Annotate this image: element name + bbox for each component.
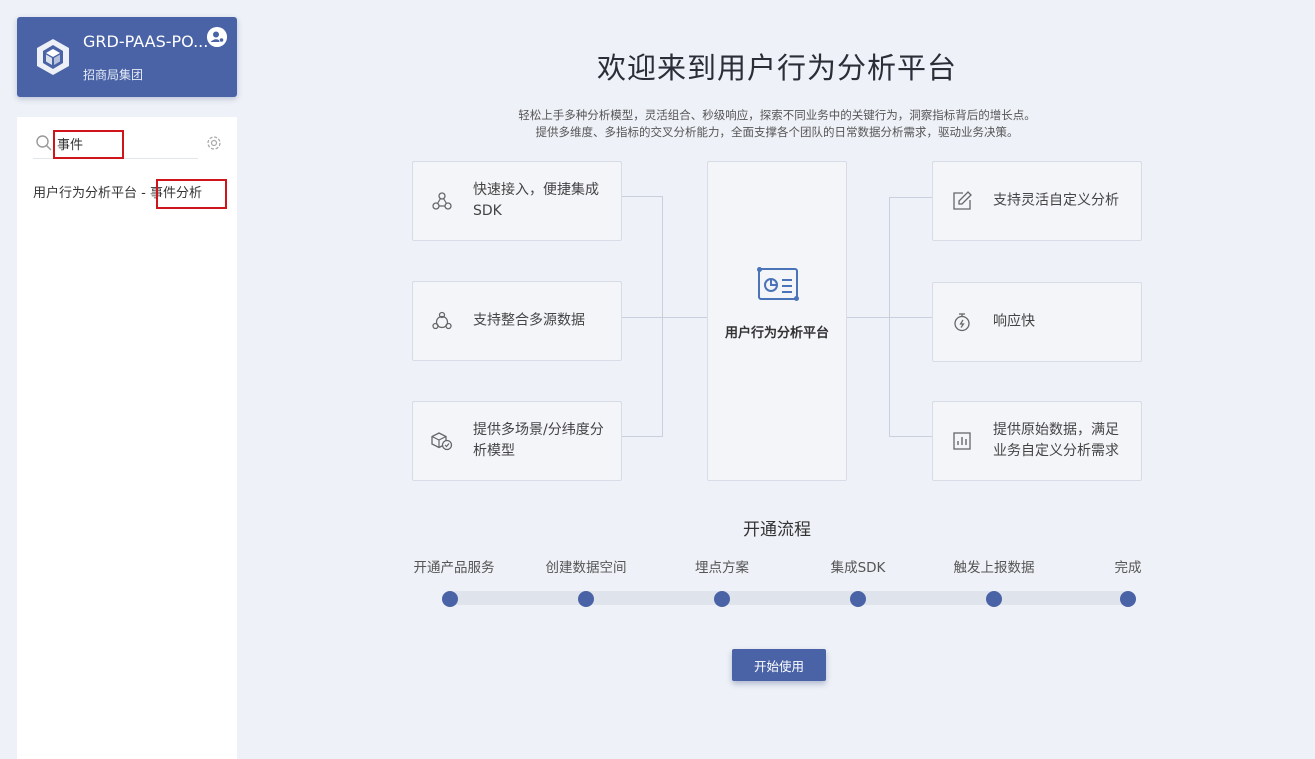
step-label: 开通产品服务 — [413, 560, 495, 576]
feature-text: 提供原始数据，满足业务自定义分析需求 — [993, 422, 1119, 459]
feature-card-multi-source: 支持整合多源数据 — [412, 281, 622, 361]
side-panel: 用户行为分析平台 - 事件分析 — [17, 117, 237, 759]
feature-card-custom-analysis: 支持灵活自定义分析 — [932, 161, 1142, 241]
flow-track — [450, 591, 1130, 605]
project-org: 招商局集团 — [83, 68, 144, 82]
description-line-1: 轻松上手多种分析模型，灵活组合、秒级响应，探索不同业务中的关键行为，洞察指标背后… — [518, 108, 1036, 122]
result-match: 事件分析 — [149, 186, 202, 201]
feature-text: 提供多场景/分纬度分析模型 — [473, 422, 604, 459]
step-label: 埋点方案 — [695, 560, 749, 576]
sdk-icon — [432, 192, 452, 210]
feature-text: 支持整合多源数据 — [473, 312, 585, 329]
search-icon — [36, 135, 52, 151]
search-box[interactable] — [33, 129, 198, 159]
edit-icon — [953, 191, 972, 210]
feature-text: 响应快 — [993, 313, 1035, 330]
feature-card-raw-data: 提供原始数据，满足业务自定义分析需求 — [932, 401, 1142, 481]
feature-text: 快速接入，便捷集成SDK — [473, 182, 599, 219]
step-dot — [986, 591, 1002, 607]
start-button[interactable]: 开始使用 — [732, 649, 826, 681]
step-label: 集成SDK — [830, 560, 886, 576]
page-title: 欢迎来到用户行为分析平台 — [596, 51, 957, 85]
step-dot — [1120, 591, 1136, 607]
feature-card-fast-response: 响应快 — [932, 282, 1142, 362]
search-result-item[interactable]: 用户行为分析平台 - 事件分析 — [33, 182, 202, 201]
multi-source-icon — [432, 311, 452, 330]
step-dot — [850, 591, 866, 607]
step-label: 触发上报数据 — [953, 560, 1035, 576]
result-prefix: 用户行为分析平台 - — [33, 186, 150, 201]
feature-text: 支持灵活自定义分析 — [993, 192, 1119, 209]
cube-logo-icon — [37, 39, 69, 75]
feature-card-model: 提供多场景/分纬度分析模型 — [412, 401, 622, 481]
step-dot — [714, 591, 730, 607]
search-input[interactable] — [57, 131, 177, 155]
step-dot — [442, 591, 458, 607]
bar-chart-icon — [953, 432, 971, 450]
feature-card-sdk: 快速接入，便捷集成SDK — [412, 161, 622, 241]
flow-title: 开通流程 — [743, 520, 811, 540]
project-name: GRD-PAAS-PO... — [83, 32, 209, 51]
user-settings-icon[interactable] — [207, 27, 227, 47]
stopwatch-icon — [954, 313, 970, 332]
model-icon — [431, 432, 453, 451]
description-line-2: 提供多维度、多指标的交叉分析能力，全面支撑各个团队的日常数据分析需求，驱动业务决… — [535, 125, 1019, 139]
platform-center-card: 用户行为分析平台 — [707, 161, 847, 481]
step-dot — [578, 591, 594, 607]
step-label: 创建数据空间 — [545, 560, 627, 576]
platform-label: 用户行为分析平台 — [724, 326, 829, 341]
dashboard-icon — [757, 267, 799, 301]
step-label: 完成 — [1114, 560, 1142, 576]
gear-icon[interactable] — [205, 134, 223, 152]
project-card[interactable]: GRD-PAAS-PO... 招商局集团 — [17, 17, 237, 97]
